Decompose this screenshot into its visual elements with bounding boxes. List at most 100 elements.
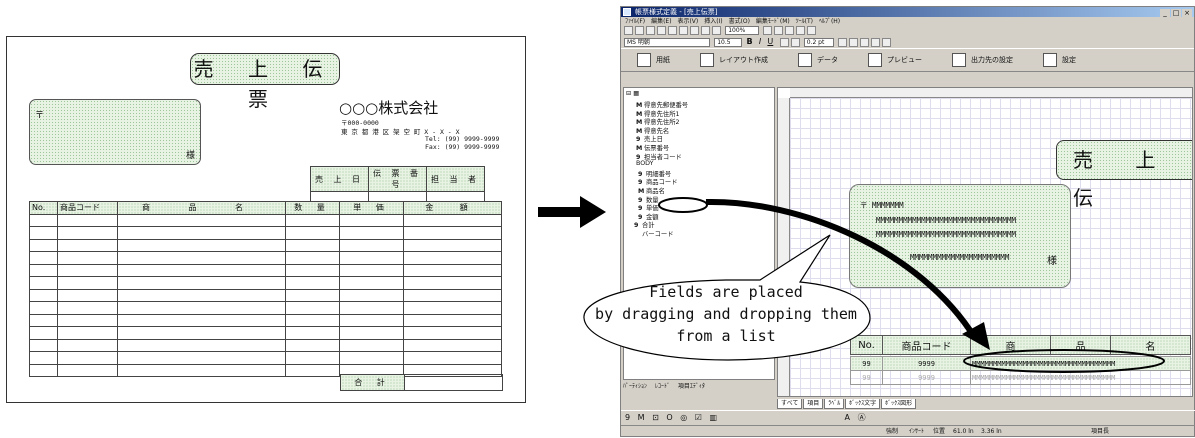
canvas-honorific: 様	[1047, 256, 1057, 267]
layout-icon[interactable]	[785, 26, 795, 35]
distribute-icon[interactable]	[881, 37, 891, 47]
table-cell	[285, 251, 340, 265]
undo-icon[interactable]	[679, 26, 688, 35]
zoom-in-icon[interactable]	[763, 26, 773, 35]
menu-insert[interactable]: 挿入(I)	[704, 18, 722, 25]
table-cell	[57, 288, 118, 302]
align-icon[interactable]	[712, 26, 721, 35]
paper-button[interactable]: 用紙	[637, 53, 670, 67]
border-icon[interactable]	[859, 37, 869, 47]
tab-box-text[interactable]: ﾎﾞｯｸｽ文字	[845, 399, 881, 409]
canvas-zip-field[interactable]: 〒 MMMMMMM	[860, 200, 904, 211]
font-color-icon[interactable]	[779, 37, 789, 47]
canvas-address-box[interactable]: 〒 MMMMMMM MMMMMMMMMMMMMMMMMMMMMMMMMMMMMM…	[849, 184, 1071, 288]
font-select[interactable]: MS 明朝	[624, 37, 710, 47]
font-size-select[interactable]: 10.5	[714, 37, 743, 47]
canvas-col: 品	[1050, 335, 1111, 355]
layout-button[interactable]: レイアウト作成	[700, 53, 768, 67]
tab-all[interactable]: すべて	[777, 399, 803, 409]
table-cell	[339, 251, 404, 265]
new-icon[interactable]	[624, 26, 633, 35]
tab-labels[interactable]: ﾗﾍﾞﾙ	[824, 399, 845, 409]
checkbox-tool[interactable]: ☑	[695, 413, 702, 422]
canvas-col: 商	[970, 335, 1051, 355]
company-tel: Tel: (99) 9999-9999	[425, 135, 500, 143]
data-button[interactable]: データ	[798, 53, 838, 67]
tab-item-editor[interactable]: 項目ｴﾃﾞｨﾀ	[678, 383, 705, 390]
menu-editmode[interactable]: 編集ﾓｰﾄﾞ(M)	[756, 18, 790, 25]
canvas-addr1-field[interactable]: MMMMMMMMMMMMMMMMMMMMMMMMMMMMMMM	[876, 216, 1016, 225]
menu-tools[interactable]: ﾂｰﾙ(T)	[796, 18, 813, 25]
format-toolbar: MS 明朝 10.5 B I U 0.2 pt	[621, 37, 1194, 48]
canvas-code-field[interactable]: 9999	[882, 356, 971, 371]
table-row	[29, 276, 502, 290]
table-row	[29, 288, 502, 302]
table-cell	[403, 313, 502, 327]
tree-item[interactable]: バーコード	[634, 229, 673, 238]
settings-label: 設定	[1062, 56, 1076, 64]
canvas-addr2-field[interactable]: MMMMMMMMMMMMMMMMMMMMMMMMMMMMMMM	[876, 230, 1016, 239]
table-cell	[403, 301, 502, 315]
save-icon[interactable]	[646, 26, 655, 35]
table-cell	[285, 351, 340, 365]
zoom-out-icon[interactable]	[774, 26, 784, 35]
menu-help[interactable]: ﾍﾙﾌﾟ(H)	[819, 18, 840, 25]
pen-icon[interactable]	[848, 37, 858, 47]
table-cell	[117, 338, 286, 352]
layout-canvas[interactable]: 売 上 伝 〒 MMMMMMM MMMMMMMMMMMMMMMMMMMMMMMM…	[777, 87, 1193, 397]
circle-tool[interactable]: O	[666, 413, 672, 422]
numeric-field-tool[interactable]: 9	[625, 413, 630, 422]
tree-item[interactable]: BODY	[628, 160, 654, 167]
table-cell	[29, 313, 58, 327]
print-icon[interactable]	[657, 26, 666, 35]
tab-box-shape[interactable]: ﾎﾞｯｸｽ図形	[881, 399, 917, 409]
box-text-tool[interactable]: Ⓐ	[858, 413, 866, 422]
line-width-select[interactable]: 0.2 pt	[803, 37, 834, 47]
customer-address-box: 〒 様	[29, 99, 201, 165]
zoom-select[interactable]: 100%	[725, 26, 760, 35]
label-tool[interactable]: A	[845, 413, 850, 422]
canvas-title-field[interactable]: 売 上 伝	[1056, 140, 1192, 210]
layout3-icon[interactable]	[807, 26, 817, 35]
minimize-button[interactable]: _	[1160, 9, 1170, 17]
table-tool[interactable]: ▥	[709, 413, 717, 422]
items-col: 数 量	[285, 201, 340, 215]
tab-partition[interactable]: ﾊﾟｰﾃｨｼｮﾝ	[623, 383, 647, 390]
canvas-no-field[interactable]: 99	[850, 356, 883, 371]
tree-root-icon[interactable]: ⊟ ▦	[626, 90, 639, 97]
preview-icon[interactable]	[668, 26, 677, 35]
header-col: 売 上 日	[310, 166, 369, 192]
tab-items[interactable]: 項目	[803, 399, 824, 409]
text-field-tool[interactable]: M	[638, 413, 645, 422]
layout2-icon[interactable]	[796, 26, 806, 35]
table-cell	[403, 251, 502, 265]
box-field-tool[interactable]: ⊡	[652, 413, 659, 422]
bold-button[interactable]: B	[746, 37, 752, 46]
canvas-name-field[interactable]: MMMMMMMMMMMMMMMMMMMMMM	[910, 253, 1009, 262]
grid-icon[interactable]	[701, 26, 710, 35]
maximize-button[interactable]: □	[1171, 9, 1181, 17]
menu-edit[interactable]: 編集(E)	[651, 18, 671, 25]
tab-record[interactable]: ﾚｺｰﾄﾞ	[655, 383, 670, 390]
preview-button[interactable]: プレビュー	[868, 53, 922, 67]
underline-button[interactable]: U	[767, 37, 773, 46]
italic-button[interactable]: I	[759, 37, 761, 46]
radio-tool[interactable]: ◎	[680, 413, 687, 422]
menu-view[interactable]: 表示(V)	[677, 18, 698, 25]
table-cell	[117, 326, 286, 340]
menu-format[interactable]: 書式(O)	[729, 18, 750, 25]
line-color-icon[interactable]	[837, 37, 847, 47]
canvas-name-item-field[interactable]: MMMMMMMMMMMMMMMMMMMMMMMMMMMMMMMMMM	[970, 356, 1191, 371]
open-icon[interactable]	[635, 26, 644, 35]
table-cell	[339, 301, 404, 315]
arrange-icon[interactable]	[870, 37, 880, 47]
redo-icon[interactable]	[690, 26, 699, 35]
table-row	[29, 351, 502, 365]
table-cell	[403, 213, 502, 227]
fill-color-icon[interactable]	[790, 37, 800, 47]
table-cell	[29, 301, 58, 315]
close-button[interactable]: ×	[1182, 9, 1192, 17]
output-button[interactable]: 出力先の設定	[952, 53, 1013, 67]
settings-button[interactable]: 設定	[1043, 53, 1076, 67]
menu-file[interactable]: ﾌｧｲﾙ(F)	[625, 18, 645, 25]
